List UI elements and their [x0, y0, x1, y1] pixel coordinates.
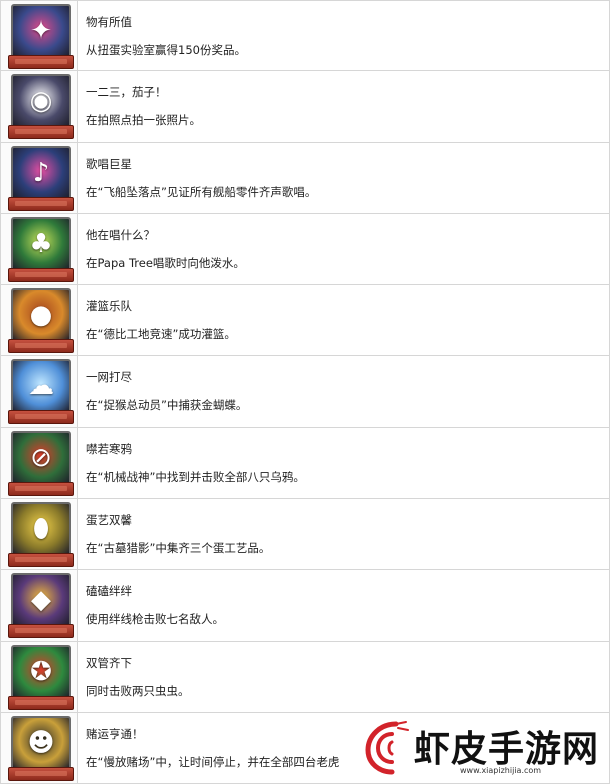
- achievement-row: ⬮ 蛋艺双馨 在“古墓猎影”中集齐三个蛋工艺品。: [1, 499, 609, 571]
- slot-machine-icon: ☻: [8, 715, 74, 782]
- basketball-icon: ●: [8, 288, 74, 354]
- crossed-crow-icon: ⊘: [8, 430, 74, 497]
- achievement-description: 在“古墓猎影”中集齐三个蛋工艺品。: [86, 541, 271, 556]
- achievement-row: ◆ 磕磕绊绊 使用绊线枪击败七名敌人。: [1, 570, 609, 642]
- achievement-description: 在“飞船坠落点”见证所有舰船零件齐声歌唱。: [86, 184, 317, 199]
- achievement-title: 一网打尽: [86, 370, 132, 385]
- gacha-prizes-icon: ✦: [8, 4, 74, 70]
- achievement-row: ♣ 他在唱什么？ 在Papa Tree唱歌时向他泼水。: [1, 213, 609, 286]
- achievement-row: ☁ 一网打尽 在“捉猴总动员”中捕获金蝴蝶。: [1, 356, 609, 428]
- watermark: 虾皮手游网 www.xiapizhijia.com: [358, 714, 608, 782]
- achievement-title: 赌运亨通！: [86, 726, 144, 741]
- achievement-icon-cell: ✦: [1, 1, 78, 71]
- twin-bugs-icon: ✪: [8, 644, 74, 711]
- achievement-text-cell: 物有所值从扭蛋实验室赢得150份奖品。: [78, 1, 609, 70]
- achievement-title: 歌唱巨星: [86, 156, 132, 171]
- achievement-description: 从扭蛋实验室赢得150份奖品。: [86, 43, 246, 57]
- achievement-text-cell: 灌篮乐队在“德比工地竞速”成功灌篮。: [78, 285, 609, 355]
- achievement-title: 灌篮乐队: [86, 299, 132, 314]
- achievement-description: 在Papa Tree唱歌时向他泼水。: [86, 255, 245, 270]
- achievement-description: 在“机械战神”中找到并击败全部八只乌鸦。: [86, 469, 305, 484]
- achievement-title: 磕磕绊绊: [86, 584, 132, 599]
- achievement-row: ✪ 双管齐下 同时击败两只虫虫。: [1, 641, 609, 713]
- achievement-row: ✦ 物有所值 从扭蛋实验室赢得150份奖品。: [1, 0, 609, 72]
- achievement-icon-cell: ◆: [1, 570, 78, 641]
- singing-robot-icon: ♪: [8, 145, 74, 212]
- achievement-title: 噤若寒鸦: [86, 441, 132, 456]
- achievement-row: ● 灌篮乐队 在“德比工地竞速”成功灌篮。: [1, 285, 609, 357]
- achievement-text-cell: 歌唱巨星在“飞船坠落点”见证所有舰船零件齐声歌唱。: [78, 143, 609, 213]
- watermark-url: www.xiapizhijia.com: [460, 766, 542, 775]
- achievement-text-cell: 磕磕绊绊使用绊线枪击败七名敌人。: [78, 570, 609, 640]
- achievement-text-cell: 噤若寒鸦在“机械战神”中找到并击败全部八只乌鸦。: [78, 428, 609, 498]
- achievement-description: 在“捉猴总动员”中捕获金蝴蝶。: [86, 398, 248, 413]
- achievement-icon-cell: ⬮: [1, 499, 78, 570]
- achievement-text-cell: 双管齐下同时击败两只虫虫。: [78, 642, 609, 712]
- watermark-text: 虾皮手游网: [414, 729, 600, 770]
- achievement-table: ✦ 物有所值 从扭蛋实验室赢得150份奖品。 ◉ 一二三，茄子！ 在拍照点拍一张照片。 ♪ 歌…: [0, 0, 610, 784]
- achievement-icon-cell: ♣: [1, 213, 78, 285]
- achievement-icon-cell: ♪: [1, 142, 78, 213]
- achievement-icon-cell: ●: [1, 285, 78, 356]
- tripwire-icon: ◆: [8, 573, 74, 639]
- golden-egg-icon: ⬮: [8, 502, 74, 568]
- achievement-text-cell: 一网打尽在“捉猴总动员”中捕获金蝴蝶。: [78, 356, 609, 426]
- achievement-icon-cell: ☁: [1, 356, 78, 427]
- achievement-description: 在“德比工地竞速”成功灌篮。: [86, 327, 236, 342]
- achievement-description: 在拍照点拍一张照片。: [86, 113, 201, 128]
- achievement-title: 他在唱什么？: [86, 227, 155, 242]
- achievement-row: ◉ 一二三，茄子！ 在拍照点拍一张照片。: [1, 71, 609, 143]
- camera-robot-icon: ◉: [8, 74, 74, 140]
- achievement-title: 蛋艺双馨: [86, 513, 132, 528]
- achievement-text-cell: 他在唱什么？ 在Papa Tree唱歌时向他泼水。: [78, 214, 609, 284]
- achievement-text-cell: 一二三，茄子！ 在拍照点拍一张照片。: [78, 71, 609, 141]
- achievement-title: 物有所值: [86, 15, 132, 29]
- achievement-icon-cell: ☻: [1, 712, 78, 784]
- achievement-icon-cell: ✪: [1, 641, 78, 712]
- achievement-text-cell: 蛋艺双馨在“古墓猎影”中集齐三个蛋工艺品。: [78, 499, 609, 569]
- achievement-row: ⊘ 噤若寒鸦 在“机械战神”中找到并击败全部八只乌鸦。: [1, 427, 609, 500]
- achievement-icon-cell: ⊘: [1, 427, 78, 499]
- achievement-title: 一二三，茄子！: [86, 85, 167, 100]
- papa-tree-icon: ♣: [8, 216, 74, 283]
- achievement-description: 同时击败两只虫虫。: [86, 683, 190, 698]
- achievement-icon-cell: ◉: [1, 71, 78, 142]
- achievement-title: 双管齐下: [86, 655, 132, 670]
- achievement-row: ♪ 歌唱巨星 在“飞船坠落点”见证所有舰船零件齐声歌唱。: [1, 142, 609, 214]
- achievement-description: 在“慢放赌场”中，让时间停止，并在全部四台老虎: [86, 754, 340, 769]
- achievement-description: 使用绊线枪击败七名敌人。: [86, 612, 224, 627]
- butterfly-net-icon: ☁: [8, 359, 74, 425]
- shrimp-logo-icon: [365, 721, 409, 775]
